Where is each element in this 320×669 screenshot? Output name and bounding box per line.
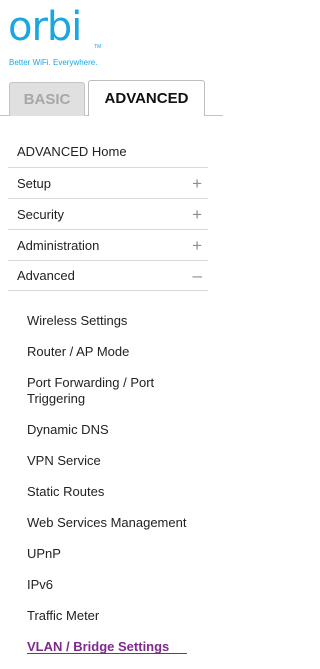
menu-item-administration[interactable]: Administration + bbox=[8, 229, 208, 260]
menu-item-advanced[interactable]: Advanced – bbox=[8, 260, 208, 291]
menu-item-label: Setup bbox=[17, 175, 51, 191]
tab-bar: BASIC ADVANCED bbox=[0, 78, 223, 116]
submenu-static-routes[interactable]: Static Routes bbox=[27, 484, 207, 500]
submenu-upnp[interactable]: UPnP bbox=[27, 546, 207, 562]
submenu-web-services-management[interactable]: Web Services Management bbox=[27, 515, 207, 531]
active-item-underline bbox=[27, 653, 187, 654]
menu-item-label: Advanced bbox=[17, 268, 75, 283]
logo-tagline: Better WiFi. Everywhere. bbox=[9, 58, 98, 67]
orbi-logo: orbi TM Better WiFi. Everywhere. bbox=[8, 4, 128, 70]
menu-item-label: Administration bbox=[17, 237, 100, 253]
sidebar-menu: ADVANCED Home Setup + Security + Adminis… bbox=[8, 136, 208, 291]
logo-trademark: TM bbox=[94, 44, 102, 50]
advanced-submenu: Wireless Settings Router / AP Mode Port … bbox=[27, 305, 207, 655]
menu-item-label: Security bbox=[17, 206, 64, 222]
submenu-traffic-meter[interactable]: Traffic Meter bbox=[27, 608, 207, 624]
logo-wordmark: orbi bbox=[8, 4, 82, 50]
submenu-wireless-settings[interactable]: Wireless Settings bbox=[27, 313, 207, 329]
submenu-vpn-service[interactable]: VPN Service bbox=[27, 453, 207, 469]
collapse-icon[interactable]: – bbox=[193, 267, 202, 284]
menu-item-label: ADVANCED Home bbox=[17, 144, 127, 159]
expand-icon[interactable]: + bbox=[192, 206, 202, 223]
submenu-port-forwarding[interactable]: Port Forwarding / Port Triggering bbox=[27, 375, 207, 407]
submenu-ipv6[interactable]: IPv6 bbox=[27, 577, 207, 593]
submenu-router-ap-mode[interactable]: Router / AP Mode bbox=[27, 344, 207, 360]
tab-basic[interactable]: BASIC bbox=[9, 82, 85, 116]
menu-item-advanced-home[interactable]: ADVANCED Home bbox=[8, 136, 208, 167]
tab-advanced[interactable]: ADVANCED bbox=[88, 80, 205, 116]
submenu-dynamic-dns[interactable]: Dynamic DNS bbox=[27, 422, 207, 438]
expand-icon[interactable]: + bbox=[192, 237, 202, 254]
menu-item-setup[interactable]: Setup + bbox=[8, 167, 208, 198]
expand-icon[interactable]: + bbox=[192, 175, 202, 192]
menu-item-security[interactable]: Security + bbox=[8, 198, 208, 229]
